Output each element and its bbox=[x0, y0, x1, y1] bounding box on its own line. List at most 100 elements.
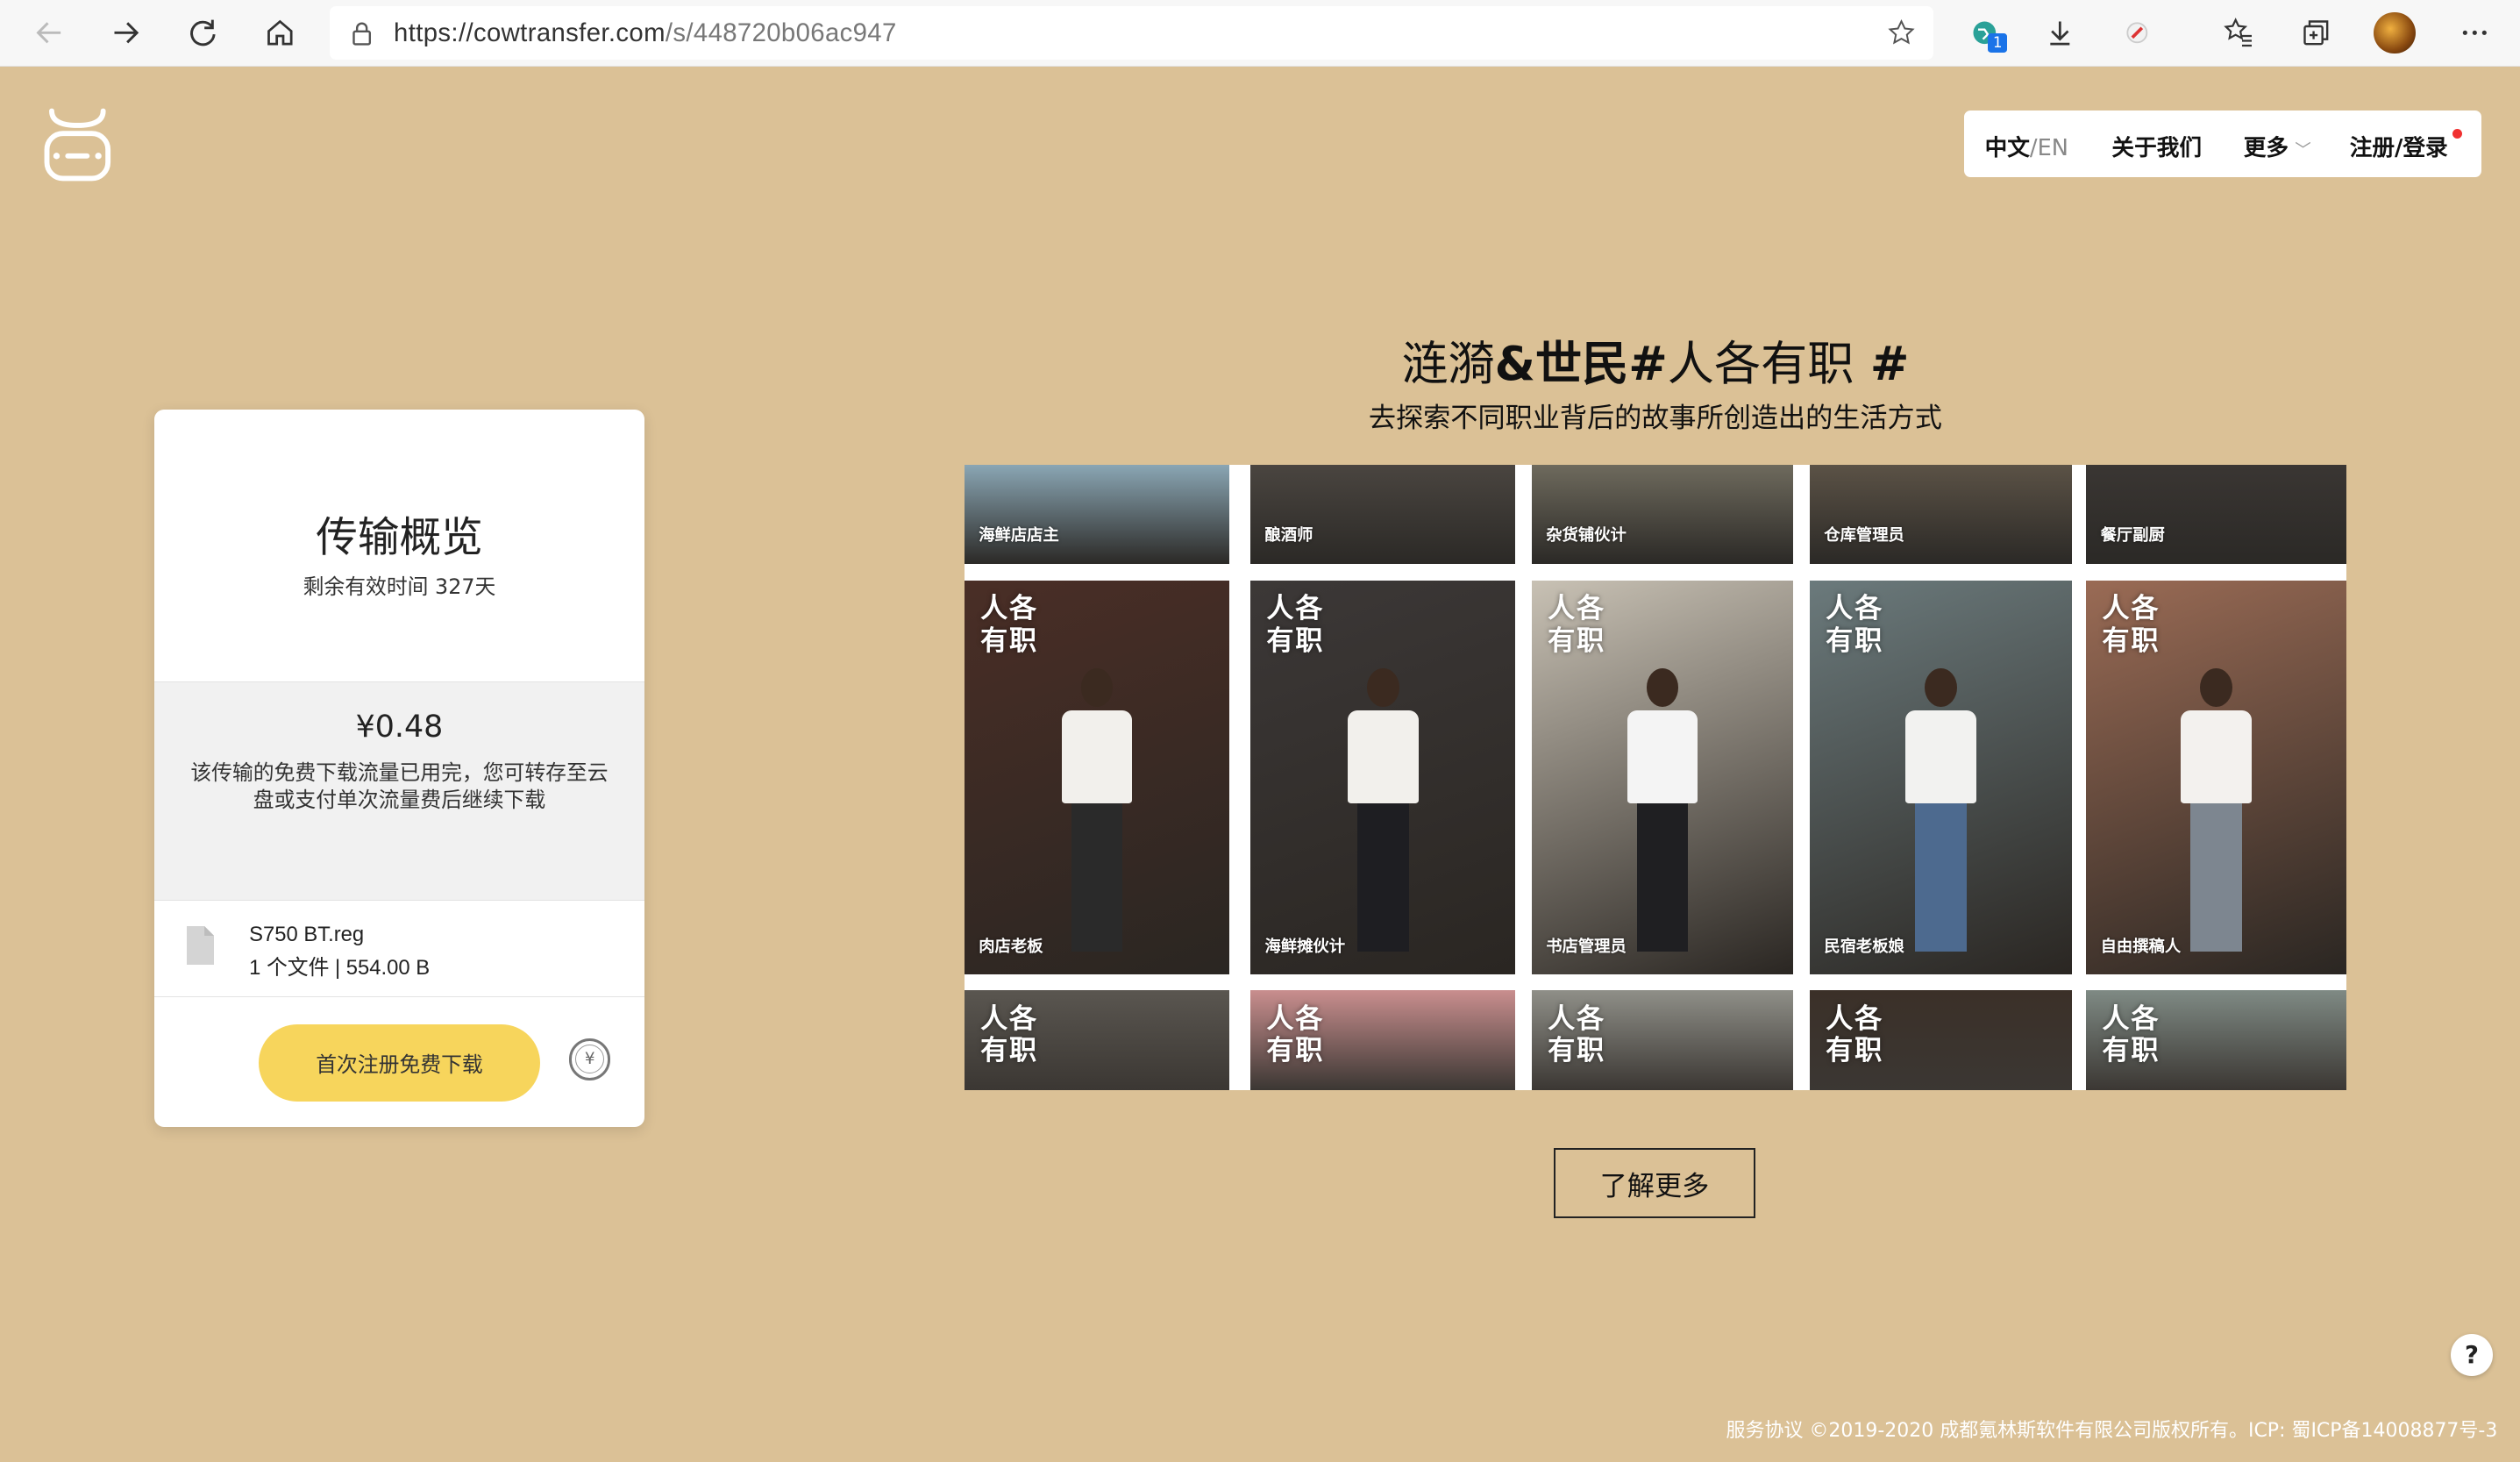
learn-more-button[interactable]: 了解更多 bbox=[1554, 1147, 1755, 1219]
more-horizontal-icon bbox=[2463, 30, 2488, 36]
tile-label: 仓库管理员 bbox=[1824, 525, 1904, 545]
price-section: ¥0.48 该传输的免费下载流量已用完，您可转存至云盘或支付单次流量费后继续下载 bbox=[153, 681, 644, 901]
promo-tile[interactable]: 人各有职 自由撰稿人 bbox=[2086, 580, 2347, 974]
profile-button[interactable] bbox=[2358, 0, 2431, 66]
tile-label: 餐厅副厨 bbox=[2100, 525, 2165, 545]
head bbox=[2200, 668, 2232, 708]
url-domain: https://cowtransfer.com bbox=[394, 18, 666, 47]
head bbox=[1366, 668, 1399, 708]
address-bar[interactable]: https://cowtransfer.com/s/448720b06ac947 bbox=[329, 6, 1933, 60]
transfer-card: 传输概览 剩余有效时间 327天 ¥0.48 该传输的免费下载流量已用完，您可转… bbox=[153, 410, 644, 1127]
tile-label: 海鲜店店主 bbox=[979, 525, 1059, 545]
notification-dot bbox=[2452, 128, 2462, 139]
shirt bbox=[1627, 710, 1698, 804]
tracking-extension-button[interactable] bbox=[2101, 0, 2175, 66]
back-button[interactable] bbox=[11, 0, 89, 66]
forward-button[interactable] bbox=[87, 0, 164, 66]
file-icon bbox=[186, 925, 214, 965]
brand-mark: 人各有职 bbox=[1266, 1002, 1325, 1067]
download-button[interactable]: 首次注册免费下载 bbox=[259, 1023, 540, 1102]
extension-pen-icon bbox=[2126, 22, 2148, 44]
promo-tile[interactable]: 人各有职 海鲜摊伙计 bbox=[1249, 580, 1516, 974]
tile-label: 书店管理员 bbox=[1546, 937, 1627, 956]
collections-icon bbox=[2303, 20, 2329, 46]
promo-tile[interactable]: 人各有职 bbox=[2086, 990, 2347, 1090]
brand-mark: 人各有职 bbox=[1826, 593, 1884, 657]
favorites-list-icon bbox=[2224, 18, 2252, 47]
question-mark-icon: ? bbox=[2465, 1341, 2479, 1370]
favorite-star-icon[interactable] bbox=[1869, 18, 1933, 47]
lang-en: EN bbox=[2037, 135, 2068, 162]
legs bbox=[1071, 803, 1123, 952]
pay-button[interactable]: ¥ bbox=[568, 1038, 611, 1080]
head bbox=[1924, 668, 1957, 708]
refresh-button[interactable] bbox=[164, 0, 241, 66]
language-switch[interactable]: 中文/EN bbox=[1985, 130, 2068, 162]
promo-tile[interactable]: 人各有职 书店管理员 bbox=[1531, 580, 1794, 974]
file-name: S750 BT.reg bbox=[249, 923, 365, 947]
extension-badge: 1 bbox=[1988, 33, 2008, 53]
promo-tile[interactable]: 杂货铺伙计 bbox=[1531, 464, 1794, 565]
person-figure bbox=[1342, 668, 1425, 958]
promo-tile[interactable]: 人各有职 bbox=[1531, 990, 1794, 1090]
brand-mark: 人各有职 bbox=[980, 1002, 1039, 1067]
help-button[interactable]: ? bbox=[2451, 1334, 2493, 1376]
shirt bbox=[1904, 710, 1976, 804]
promo-title-part-4: # bbox=[1854, 337, 1910, 392]
url-path: /s/448720b06ac947 bbox=[665, 18, 897, 47]
brand-mark: 人各有职 bbox=[1266, 593, 1325, 657]
head bbox=[1080, 668, 1114, 708]
promo-subtitle: 去探索不同职业背后的故事所创造出的生活方式 bbox=[1368, 402, 1942, 434]
promo-tile[interactable]: 人各有职 bbox=[964, 990, 1230, 1090]
person-figure bbox=[1055, 668, 1138, 958]
brand-mark: 人各有职 bbox=[1826, 1002, 1884, 1067]
promo-tile[interactable]: 餐厅副厨 bbox=[2086, 464, 2347, 565]
shirt bbox=[1347, 710, 1419, 804]
arrow-left-icon bbox=[36, 22, 61, 44]
home-button[interactable] bbox=[241, 0, 318, 66]
legs bbox=[1356, 803, 1409, 952]
arrow-right-icon bbox=[114, 22, 139, 44]
settings-menu-button[interactable] bbox=[2438, 0, 2512, 66]
about-link[interactable]: 关于我们 bbox=[2111, 130, 2202, 162]
lock-icon bbox=[330, 20, 394, 46]
collections-button[interactable] bbox=[2279, 0, 2353, 66]
promo-photo-grid[interactable]: 海鲜店店主 人各有职 肉店老板 人各有职 酿酒师 人各有职 海鲜摊伙计 人各有职 杂货铺伙计 人各… bbox=[964, 464, 2347, 1090]
promo-tile[interactable]: 海鲜店店主 bbox=[964, 464, 1230, 565]
promo-title-part-1: 涟漪 bbox=[1401, 337, 1495, 392]
footer: 服务协议 ©2019-2020 成都氪林斯软件有限公司版权所有。ICP: 蜀IC… bbox=[1726, 1415, 2498, 1443]
extension-button[interactable]: 1 bbox=[1947, 0, 2021, 66]
brand-mark: 人各有职 bbox=[1548, 1002, 1606, 1067]
file-row[interactable]: S750 BT.reg 1 个文件 | 554.00 B bbox=[153, 900, 644, 998]
tile-label: 民宿老板娘 bbox=[1824, 937, 1904, 956]
tile-label: 肉店老板 bbox=[979, 937, 1043, 956]
promo-tile[interactable]: 酿酒师 bbox=[1249, 464, 1516, 565]
tile-label: 酿酒师 bbox=[1264, 525, 1313, 545]
brand-mark: 人各有职 bbox=[2102, 593, 2161, 657]
cowtransfer-logo-icon[interactable] bbox=[42, 106, 113, 187]
copyright-text: ©2019-2020 成都氪林斯软件有限公司版权所有。ICP: 蜀ICP备140… bbox=[1803, 1419, 2498, 1442]
yen-coin-icon: ¥ bbox=[575, 1045, 605, 1074]
promo-tile[interactable]: 人各有职 bbox=[1249, 990, 1516, 1090]
url-text: https://cowtransfer.com/s/448720b06ac947 bbox=[394, 18, 1869, 48]
card-title: 传输概览 bbox=[316, 513, 483, 562]
chevron-down-icon: ﹀ bbox=[2295, 141, 2311, 160]
promo-tile[interactable]: 仓库管理员 bbox=[1809, 464, 2072, 565]
promo-tile[interactable]: 人各有职 bbox=[1809, 990, 2072, 1090]
favorites-button[interactable] bbox=[2202, 0, 2275, 66]
top-navigation: 中文/EN 关于我们 更多 ﹀ 注册/登录 bbox=[1963, 111, 2481, 177]
promo-tile[interactable]: 人各有职 肉店老板 bbox=[964, 580, 1230, 974]
shirt bbox=[1061, 710, 1133, 804]
promo-tile[interactable]: 人各有职 民宿老板娘 bbox=[1809, 580, 2072, 974]
tile-label: 海鲜摊伙计 bbox=[1264, 937, 1346, 956]
brand-mark: 人各有职 bbox=[1548, 593, 1606, 657]
promo-title: 涟漪&世民#人各有职 # bbox=[965, 326, 2346, 394]
terms-link[interactable]: 服务协议 bbox=[1726, 1420, 1804, 1442]
price-note: 该传输的免费下载流量已用完，您可转存至云盘或支付单次流量费后继续下载 bbox=[190, 760, 609, 813]
tile-label: 自由撰稿人 bbox=[2100, 937, 2182, 956]
downloads-button[interactable] bbox=[2024, 0, 2097, 66]
login-link[interactable]: 注册/登录 bbox=[2350, 130, 2448, 162]
shirt bbox=[2181, 710, 2252, 804]
home-icon bbox=[267, 19, 293, 46]
more-menu[interactable]: 更多 ﹀ bbox=[2244, 130, 2311, 162]
